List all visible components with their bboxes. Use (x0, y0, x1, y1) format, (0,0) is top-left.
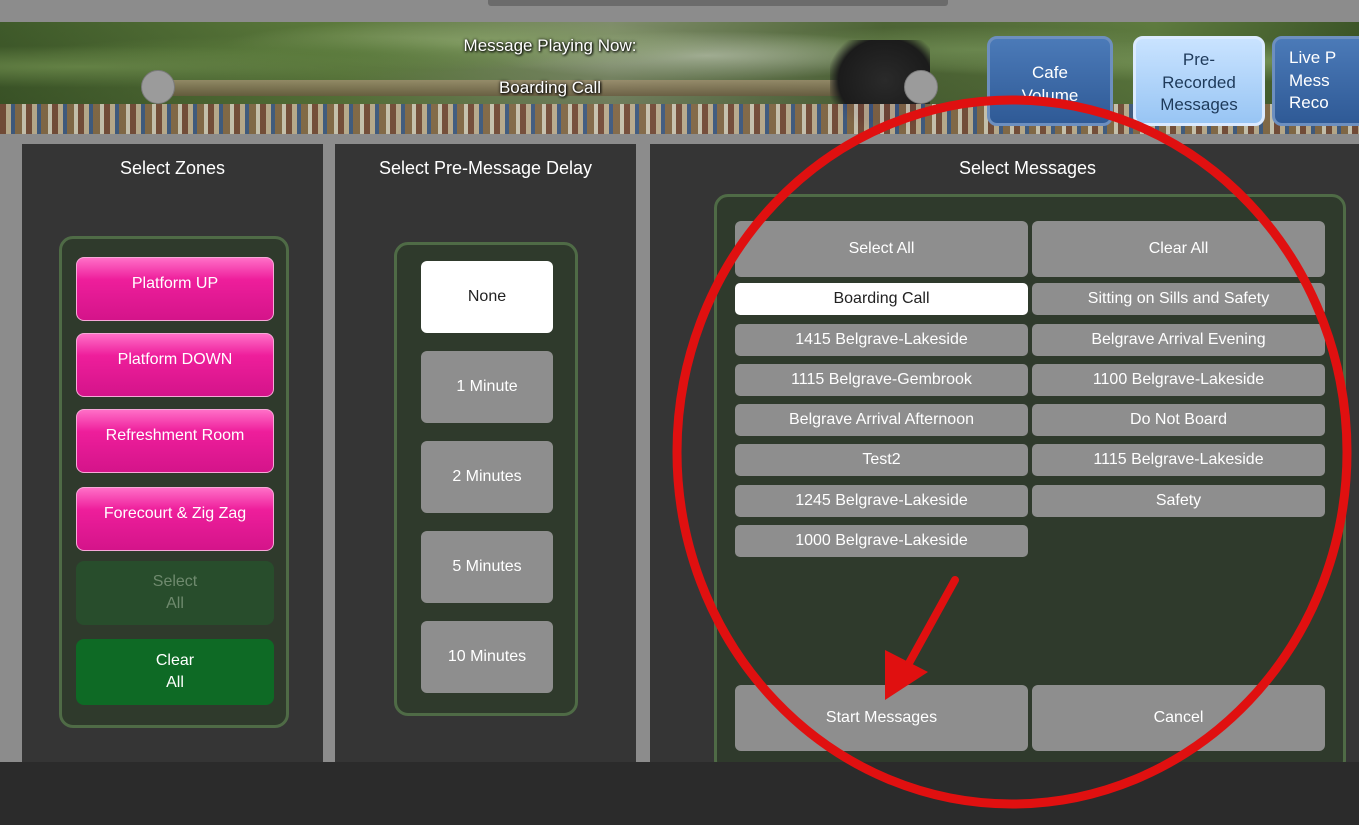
footer-bar (0, 762, 1359, 825)
messages-title: Select Messages (958, 158, 1097, 178)
tab-cafe-volume[interactable]: Cafe Volume (987, 36, 1113, 126)
delay-1-minute-button[interactable]: 1 Minute (421, 351, 553, 423)
delay-5-minutes-button[interactable]: 5 Minutes (421, 531, 553, 603)
now-playing-value: Boarding Call (498, 78, 602, 97)
delay-panel: Select Pre-Message Delay None 1 Minute 2… (335, 144, 636, 764)
zones-title: Select Zones (119, 158, 226, 178)
zone-platform-down-button[interactable]: Platform DOWN (76, 333, 274, 397)
message-do-not-board[interactable]: Do Not Board (1032, 404, 1325, 436)
zones-clear-all-button[interactable]: Clear All (76, 639, 274, 705)
message-belgrave-arrival-afternoon[interactable]: Belgrave Arrival Afternoon (735, 404, 1028, 436)
delay-2-minutes-button[interactable]: 2 Minutes (421, 441, 553, 513)
message-1000-belgrave-lakeside[interactable]: 1000 Belgrave-Lakeside (735, 525, 1028, 557)
zone-forecourt-button[interactable]: Forecourt & Zig Zag (76, 487, 274, 551)
messages-select-all-button[interactable]: Select All (735, 221, 1028, 277)
cancel-button[interactable]: Cancel (1032, 685, 1325, 751)
volume-slider-handle-right[interactable] (904, 70, 938, 104)
zones-select-all-button[interactable]: Select All (76, 561, 274, 625)
start-messages-button[interactable]: Start Messages (735, 685, 1028, 751)
zones-box: Platform UP Platform DOWN Refreshment Ro… (59, 236, 289, 728)
zone-platform-up-button[interactable]: Platform UP (76, 257, 274, 321)
delay-box: None 1 Minute 2 Minutes 5 Minutes 10 Min… (394, 242, 578, 716)
message-belgrave-arrival-evening[interactable]: Belgrave Arrival Evening (1032, 324, 1325, 356)
message-test2[interactable]: Test2 (735, 444, 1028, 476)
volume-slider-handle-left[interactable] (141, 70, 175, 104)
top-bar (488, 0, 948, 6)
message-safety[interactable]: Safety (1032, 485, 1325, 517)
tab-pre-recorded-label: Pre- Recorded Messages (1160, 49, 1238, 115)
message-1415-belgrave-lakeside[interactable]: 1415 Belgrave-Lakeside (735, 324, 1028, 356)
message-1245-belgrave-lakeside[interactable]: 1245 Belgrave-Lakeside (735, 485, 1028, 517)
message-1100-belgrave-lakeside[interactable]: 1100 Belgrave-Lakeside (1032, 364, 1325, 396)
delay-10-minutes-button[interactable]: 10 Minutes (421, 621, 553, 693)
tab-pre-recorded-messages[interactable]: Pre- Recorded Messages (1133, 36, 1265, 126)
tab-live-messages[interactable]: Live P Mess Reco (1272, 36, 1359, 126)
top-strip (0, 0, 1359, 22)
message-sitting-on-sills[interactable]: Sitting on Sills and Safety (1032, 283, 1325, 315)
zone-refreshment-room-button[interactable]: Refreshment Room (76, 409, 274, 473)
messages-clear-all-button[interactable]: Clear All (1032, 221, 1325, 277)
zones-select-all-label: Select All (152, 572, 198, 612)
message-1115-belgrave-lakeside[interactable]: 1115 Belgrave-Lakeside (1032, 444, 1325, 476)
messages-box: Select All Clear All Boarding Call 1415 … (714, 194, 1346, 774)
messages-panel: Select Messages Select All Clear All Boa… (650, 144, 1359, 774)
zones-clear-all-label: Clear All (155, 651, 195, 691)
delay-title: Select Pre-Message Delay (378, 158, 593, 178)
tab-live-label: Live P Mess Reco (1289, 47, 1337, 113)
message-1115-belgrave-gembrook[interactable]: 1115 Belgrave-Gembrook (735, 364, 1028, 396)
delay-none-button[interactable]: None (421, 261, 553, 333)
now-playing-title: Message Playing Now: (463, 36, 637, 55)
tab-cafe-volume-label: Cafe Volume (1021, 63, 1079, 105)
zones-panel: Select Zones Platform UP Platform DOWN R… (22, 144, 323, 764)
message-boarding-call[interactable]: Boarding Call (735, 283, 1028, 315)
